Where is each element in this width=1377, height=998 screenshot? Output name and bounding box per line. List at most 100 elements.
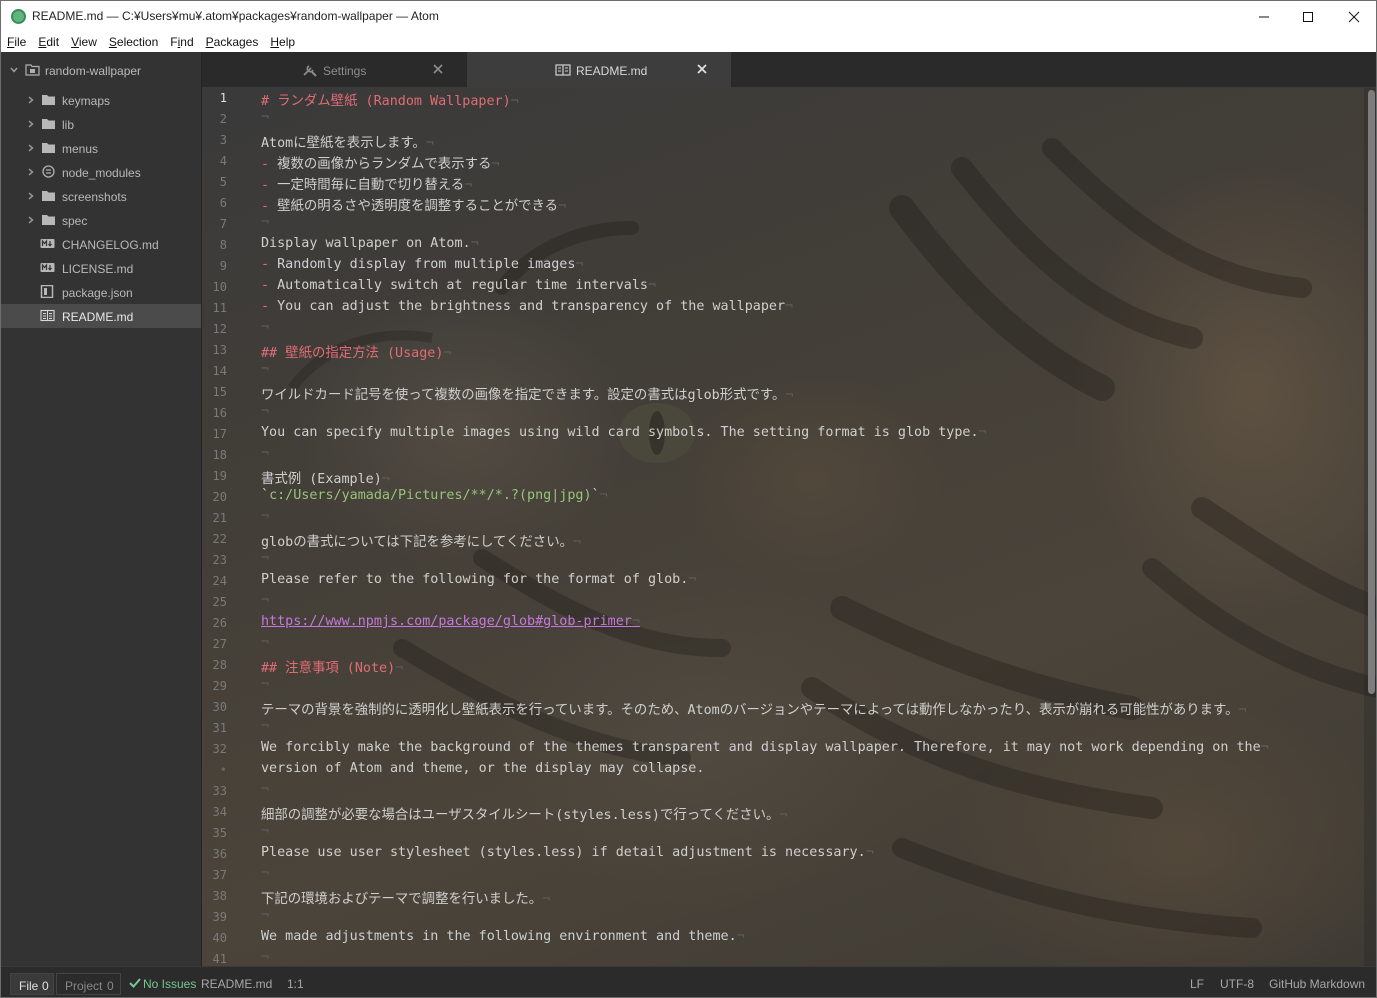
code-line: ¬ xyxy=(261,551,270,566)
line-number: 26 xyxy=(212,616,227,630)
line-number: 8 xyxy=(219,238,227,252)
code-line: ¬ xyxy=(261,110,270,125)
tree-item-keymaps[interactable]: keymaps xyxy=(1,88,201,112)
close-icon[interactable] xyxy=(694,61,710,77)
line-number: 25 xyxy=(212,595,227,609)
tree-item-label: node_modules xyxy=(62,166,141,180)
tools-icon xyxy=(303,65,317,77)
code-line: Display wallpaper on Atom.¬ xyxy=(261,236,479,251)
file-count: 0 xyxy=(42,979,49,993)
tree-item-license-md[interactable]: LICENSE.md xyxy=(1,256,201,280)
wallpaper-image xyxy=(288,138,1376,938)
tree-view: random-wallpaper keymaps lib menus node_mod… xyxy=(1,52,202,966)
line-number: 2 xyxy=(219,112,227,126)
code-line: ¬ xyxy=(261,446,270,461)
code-line: ¬ xyxy=(261,908,270,923)
code-line: ワイルドカード記号を使って複数の画像を指定できます。設定の書式はglob形式です… xyxy=(261,388,794,403)
line-number: 4 xyxy=(219,154,227,168)
code-line: ¬ xyxy=(261,593,270,608)
menu-selection[interactable]: Selection xyxy=(109,35,158,49)
menu-file[interactable]: File xyxy=(7,35,26,49)
tree-item-label: screenshots xyxy=(62,190,127,204)
menu-find[interactable]: Find xyxy=(170,35,193,49)
tree-root[interactable]: random-wallpaper xyxy=(1,58,201,82)
file-code-icon xyxy=(40,285,54,298)
atom-logo-icon xyxy=(11,9,26,24)
folder-icon xyxy=(42,215,55,225)
tree-item-label: spec xyxy=(62,214,88,228)
line-ending[interactable]: LF xyxy=(1190,977,1204,991)
text-editor[interactable]: 1 2 3 4 5 6 7 8 9 10 11 12 13 14 15 16 17 18 19 20 21 22 23 24 2… xyxy=(202,88,1376,966)
folder-icon xyxy=(42,143,55,153)
markdown-icon xyxy=(40,263,55,272)
chevron-right-icon xyxy=(28,216,34,224)
tree-item-screenshots[interactable]: screenshots xyxy=(1,184,201,208)
line-number: 13 xyxy=(212,343,227,357)
line-number: 17 xyxy=(212,427,227,441)
line-number: 35 xyxy=(212,826,227,840)
line-number: 14 xyxy=(212,364,227,378)
line-number: 5 xyxy=(219,175,227,189)
tab-settings[interactable]: Settings xyxy=(202,52,466,88)
cursor-position[interactable]: 1:1 xyxy=(287,977,304,991)
project-issues-tab[interactable]: Project 0 xyxy=(56,973,121,995)
lint-status[interactable]: No Issues xyxy=(143,977,196,991)
code-line: You can specify multiple images using wi… xyxy=(261,425,987,440)
status-filename[interactable]: README.md xyxy=(201,977,272,991)
file-issues-tab[interactable]: File 0 xyxy=(10,973,54,995)
menu-edit[interactable]: Edit xyxy=(38,35,59,49)
tree-item-readme-md[interactable]: README.md xyxy=(1,304,201,328)
close-icon[interactable] xyxy=(430,61,446,77)
close-button[interactable] xyxy=(1331,1,1376,32)
chevron-right-icon xyxy=(28,120,34,128)
code-line: `c:/Users/yamada/Pictures/**/*.?(png|jpg… xyxy=(261,488,608,503)
atom-window: README.md — C:¥Users¥mu¥.atom¥packages¥r… xyxy=(0,0,1377,998)
chevron-down-icon xyxy=(10,67,18,73)
line-number: 39 xyxy=(212,910,227,924)
line-number: 34 xyxy=(212,805,227,819)
check-icon xyxy=(129,978,141,988)
tree-item-changelog-md[interactable]: CHANGELOG.md xyxy=(1,232,201,256)
grammar-selector[interactable]: GitHub Markdown xyxy=(1269,977,1365,991)
scrollbar-thumb[interactable] xyxy=(1368,90,1375,694)
line-number: 33 xyxy=(212,784,227,798)
line-number: 27 xyxy=(212,637,227,651)
maximize-button[interactable] xyxy=(1285,1,1331,32)
line-number: 36 xyxy=(212,847,227,861)
tab-readme[interactable]: README.md xyxy=(467,52,731,88)
repo-icon xyxy=(25,64,40,76)
code-line: ¬ xyxy=(261,509,270,524)
line-number: 32 xyxy=(212,742,227,756)
code-line: 細部の調整が必要な場合はユーザスタイルシート(styles.less)で行ってく… xyxy=(261,808,788,823)
code-line: ¬ xyxy=(261,950,270,965)
window-title: README.md — C:¥Users¥mu¥.atom¥packages¥r… xyxy=(32,9,439,23)
code-line: # ランダム壁紙 (Random Wallpaper)¬ xyxy=(261,94,519,109)
code-line: ## 注意事項 (Note)¬ xyxy=(261,661,404,676)
vertical-scrollbar[interactable] xyxy=(1364,88,1376,966)
menu-packages[interactable]: Packages xyxy=(206,35,259,49)
tree-item-label: menus xyxy=(62,142,99,156)
minimize-button[interactable] xyxy=(1241,1,1287,32)
menu-view[interactable]: View xyxy=(71,35,97,49)
code-line: ¬ xyxy=(261,719,270,734)
menu-help[interactable]: Help xyxy=(270,35,295,49)
tree-item-spec[interactable]: spec xyxy=(1,208,201,232)
code-line: - 壁紙の明るさや透明度を調整することができる¬ xyxy=(261,199,567,214)
tree-item-node-modules[interactable]: node_modules xyxy=(1,160,201,184)
code-line: version of Atom and theme, or the displa… xyxy=(261,761,705,776)
tree-item-menus[interactable]: menus xyxy=(1,136,201,160)
code-line: - 複数の画像からランダムで表示する¬ xyxy=(261,157,500,172)
code-line: - You can adjust the brightness and tran… xyxy=(261,299,794,314)
encoding[interactable]: UTF-8 xyxy=(1220,977,1254,991)
folder-icon xyxy=(42,119,55,129)
tree-item-lib[interactable]: lib xyxy=(1,112,201,136)
line-number: 37 xyxy=(212,868,227,882)
code-line: globの書式については下記を参考にしてください。¬ xyxy=(261,535,582,550)
code-line: - 一定時間毎に自動で切り替える¬ xyxy=(261,178,473,193)
code-line: ¬ xyxy=(261,215,270,230)
code-line: - Randomly display from multiple images¬ xyxy=(261,257,584,272)
line-number: 24 xyxy=(212,574,227,588)
tree-item-package-json[interactable]: package.json xyxy=(1,280,201,304)
file-label: File xyxy=(19,979,39,993)
line-number: • xyxy=(219,763,227,777)
